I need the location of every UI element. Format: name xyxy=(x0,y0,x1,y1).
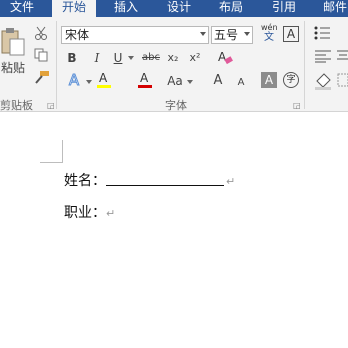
underline-button[interactable]: U xyxy=(112,50,124,66)
tab-home[interactable]: 开始 xyxy=(52,0,96,17)
font-size-value: 五号 xyxy=(214,28,239,42)
text-effect-button[interactable]: A xyxy=(64,71,84,90)
chevron-down-icon xyxy=(244,32,250,36)
group-separator xyxy=(304,21,305,109)
superscript-button[interactable]: x² xyxy=(188,50,202,66)
enclose-char-button[interactable]: 字 xyxy=(283,72,299,88)
bullets-icon[interactable] xyxy=(314,25,334,40)
font-color-bar xyxy=(138,85,152,88)
clipboard-group-label: 剪贴板 xyxy=(0,99,33,112)
name-underline-blank[interactable] xyxy=(106,185,224,186)
font-name-dropdown[interactable]: 宋体 xyxy=(61,26,209,44)
borders-icon[interactable] xyxy=(337,72,348,88)
phonetic-wen-char: 文 xyxy=(264,32,274,43)
phonetic-guide-button[interactable]: wén 文 xyxy=(261,23,278,45)
paragraph-mark: ↵ xyxy=(106,207,116,220)
font-launcher-icon[interactable]: ◲ xyxy=(293,101,301,110)
format-painter-icon[interactable] xyxy=(34,69,50,84)
job-label: 职业： xyxy=(64,205,106,221)
chevron-down-icon[interactable] xyxy=(187,80,193,84)
name-label: 姓名： xyxy=(64,173,106,189)
font-color-button[interactable]: A xyxy=(137,71,153,89)
chevron-down-icon[interactable] xyxy=(86,80,92,84)
ribbon-tab-bar: 文件 开始 插入 设计 布局 引用 邮件 xyxy=(0,0,348,17)
bold-button[interactable]: B xyxy=(66,50,78,66)
tab-mailings[interactable]: 邮件 xyxy=(313,0,348,17)
grow-font-button[interactable]: A xyxy=(211,73,225,89)
group-separator xyxy=(56,21,57,109)
paragraph-mark: ↵ xyxy=(226,175,236,188)
phonetic-wen-label: wén xyxy=(261,23,278,32)
ribbon-home-panel: 粘贴 剪贴板 ◲ 宋体 五号 wén 文 A B I U abc x₂ x² A… xyxy=(0,17,348,112)
highlight-button[interactable]: A xyxy=(96,71,114,89)
subscript-button[interactable]: x₂ xyxy=(166,50,180,66)
shading-icon[interactable] xyxy=(314,72,336,90)
highlight-color-bar xyxy=(97,85,111,88)
change-case-button[interactable]: Aa xyxy=(165,73,185,89)
paste-icon[interactable] xyxy=(0,27,26,57)
chevron-down-icon xyxy=(200,32,206,36)
font-color-glyph: A xyxy=(140,71,149,85)
clipboard-launcher-icon[interactable]: ◲ xyxy=(47,101,55,110)
document-page[interactable]: 姓名： ↵ 职业： ↵ xyxy=(0,112,348,348)
name-line[interactable]: 姓名： xyxy=(64,170,106,190)
tab-file[interactable]: 文件 xyxy=(0,0,44,17)
tab-references[interactable]: 引用 xyxy=(262,0,306,17)
font-size-dropdown[interactable]: 五号 xyxy=(211,26,253,44)
chevron-down-icon[interactable] xyxy=(128,56,134,60)
cut-icon[interactable] xyxy=(34,25,48,40)
font-group-label: 字体 xyxy=(165,99,187,112)
align-left-icon[interactable] xyxy=(314,48,334,63)
tab-layout[interactable]: 布局 xyxy=(209,0,253,17)
strikethrough-button[interactable]: abc xyxy=(141,50,161,66)
italic-button[interactable]: I xyxy=(91,50,103,66)
copy-icon[interactable] xyxy=(34,47,48,62)
tab-design[interactable]: 设计 xyxy=(157,0,201,17)
job-line[interactable]: 职业： xyxy=(64,202,106,222)
shrink-font-button[interactable]: A xyxy=(235,75,247,91)
tab-insert[interactable]: 插入 xyxy=(104,0,148,17)
char-shading-button[interactable]: A xyxy=(261,72,277,88)
page-margin-corner xyxy=(40,140,63,163)
paste-button[interactable]: 粘贴 xyxy=(0,60,26,76)
highlight-glyph: A xyxy=(99,71,108,85)
char-border-button[interactable]: A xyxy=(283,26,299,42)
align-center-icon[interactable] xyxy=(337,48,348,62)
clear-formatting-icon[interactable]: A xyxy=(217,49,233,65)
font-name-value: 宋体 xyxy=(65,28,90,42)
